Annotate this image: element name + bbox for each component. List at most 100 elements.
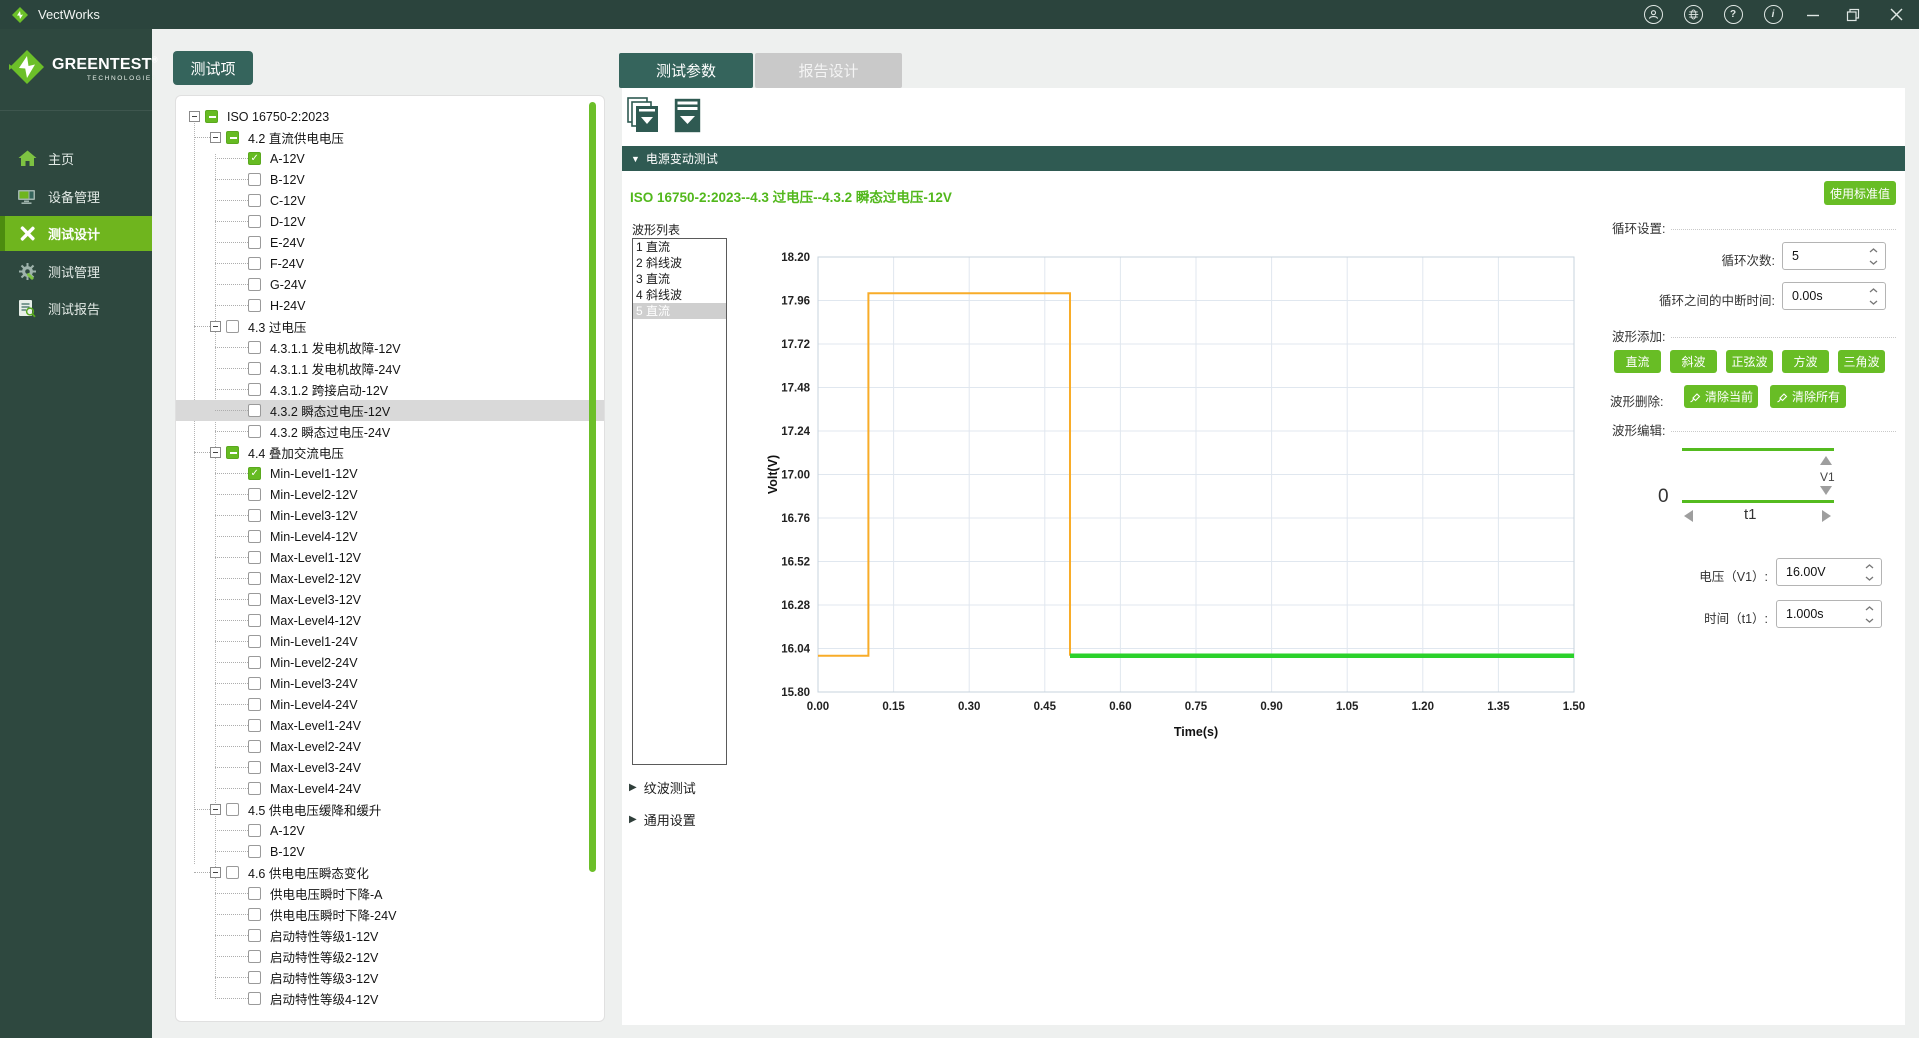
tree-scrollbar-thumb[interactable] bbox=[589, 102, 596, 872]
sidebar-item-test-management[interactable]: 测试管理 bbox=[0, 254, 152, 289]
tree-checkbox[interactable] bbox=[248, 908, 261, 921]
tree-item[interactable]: 启动特性等级4-12V bbox=[176, 988, 604, 1009]
stepper-arrows[interactable] bbox=[1869, 248, 1878, 265]
tree-item[interactable]: A-12V bbox=[176, 820, 604, 841]
close-icon[interactable] bbox=[1873, 0, 1919, 29]
tree-checkbox[interactable] bbox=[205, 110, 218, 123]
tree-item[interactable]: Max-Level1-12V bbox=[176, 547, 604, 568]
tree-checkbox[interactable] bbox=[248, 845, 261, 858]
tree-expander-icon[interactable] bbox=[189, 111, 200, 122]
sidebar-item-test-design[interactable]: 测试设计 bbox=[0, 216, 152, 251]
wave-add-button-1[interactable]: 直流 bbox=[1614, 350, 1661, 373]
tree-checkbox[interactable] bbox=[248, 467, 261, 480]
tree-checkbox[interactable] bbox=[248, 698, 261, 711]
tree-checkbox[interactable] bbox=[248, 572, 261, 585]
tree-checkbox[interactable] bbox=[248, 488, 261, 501]
wave-add-button-4[interactable]: 方波 bbox=[1782, 350, 1829, 373]
tree-expander-icon[interactable] bbox=[210, 867, 221, 878]
expand-all-icon[interactable] bbox=[627, 97, 659, 138]
tree-checkbox[interactable] bbox=[248, 341, 261, 354]
tree-checkbox[interactable] bbox=[248, 215, 261, 228]
tree-item[interactable]: 4.3.1.2 跨接启动-12V bbox=[176, 379, 604, 400]
tree-item[interactable]: Min-Level1-12V bbox=[176, 463, 604, 484]
tree-item[interactable]: H-24V bbox=[176, 295, 604, 316]
tree-checkbox[interactable] bbox=[248, 425, 261, 438]
tree-checkbox[interactable] bbox=[248, 530, 261, 543]
sidebar-item-test-report[interactable]: 测试报告 bbox=[0, 291, 152, 326]
tree-item[interactable]: E-24V bbox=[176, 232, 604, 253]
tree-expander-icon[interactable] bbox=[210, 447, 221, 458]
clear-current-button[interactable]: 清除当前 bbox=[1684, 385, 1758, 408]
tree-item[interactable]: B-12V bbox=[176, 841, 604, 862]
tree-item[interactable]: F-24V bbox=[176, 253, 604, 274]
tree-item[interactable]: Max-Level4-24V bbox=[176, 778, 604, 799]
general-settings-section-header[interactable]: ▶ 通用设置 bbox=[629, 810, 696, 829]
tree-checkbox[interactable] bbox=[248, 404, 261, 417]
tree-item[interactable]: 4.5 供电电压缓降和缓升 bbox=[176, 799, 604, 820]
tree-item[interactable]: Max-Level1-24V bbox=[176, 715, 604, 736]
clear-all-button[interactable]: 清除所有 bbox=[1770, 385, 1846, 408]
tree-expander-icon[interactable] bbox=[210, 132, 221, 143]
time-increase-arrow[interactable] bbox=[1822, 510, 1831, 522]
tree-checkbox[interactable] bbox=[248, 887, 261, 900]
collapse-all-icon[interactable] bbox=[674, 98, 701, 138]
user-icon[interactable] bbox=[1633, 0, 1673, 29]
tree-checkbox[interactable] bbox=[248, 992, 261, 1005]
tree-checkbox[interactable] bbox=[226, 320, 239, 333]
tree-checkbox[interactable] bbox=[248, 194, 261, 207]
waveform-list-item[interactable]: 4 斜线波 bbox=[633, 287, 726, 303]
tree-item[interactable]: C-12V bbox=[176, 190, 604, 211]
tree-checkbox[interactable] bbox=[248, 551, 261, 564]
tree-item[interactable]: 4.3 过电压 bbox=[176, 316, 604, 337]
tree-checkbox[interactable] bbox=[248, 173, 261, 186]
tree-checkbox[interactable] bbox=[248, 950, 261, 963]
tree-checkbox[interactable] bbox=[248, 362, 261, 375]
tree-item[interactable]: 4.6 供电电压瞬态变化 bbox=[176, 862, 604, 883]
ripple-test-section-header[interactable]: ▶ 纹波测试 bbox=[629, 778, 696, 797]
tree-item[interactable]: D-12V bbox=[176, 211, 604, 232]
waveform-list-item[interactable]: 5 直流 bbox=[633, 303, 726, 319]
tree-checkbox[interactable] bbox=[248, 236, 261, 249]
tree-checkbox[interactable] bbox=[248, 383, 261, 396]
stepper-arrows[interactable] bbox=[1869, 288, 1878, 305]
tab-report-design[interactable]: 报告设计 bbox=[755, 53, 902, 88]
tree-item[interactable]: Max-Level4-12V bbox=[176, 610, 604, 631]
tree-checkbox[interactable] bbox=[248, 635, 261, 648]
tree-item[interactable]: 4.2 直流供电电压 bbox=[176, 127, 604, 148]
loop-count-stepper[interactable]: 5 bbox=[1782, 242, 1886, 270]
time-t1-stepper[interactable]: 1.000s bbox=[1776, 600, 1882, 628]
minimize-icon[interactable] bbox=[1793, 0, 1833, 29]
tree-checkbox[interactable] bbox=[248, 299, 261, 312]
tree-item[interactable]: Max-Level2-24V bbox=[176, 736, 604, 757]
tree-checkbox[interactable] bbox=[248, 152, 261, 165]
info-icon[interactable]: i bbox=[1753, 0, 1793, 29]
tree-checkbox[interactable] bbox=[248, 761, 261, 774]
power-variation-test-section-header[interactable]: ▼ 电源变动测试 bbox=[622, 146, 1905, 171]
tree-item[interactable]: 启动特性等级3-12V bbox=[176, 967, 604, 988]
tree-item[interactable]: Min-Level3-24V bbox=[176, 673, 604, 694]
tree-item[interactable]: G-24V bbox=[176, 274, 604, 295]
wave-add-button-3[interactable]: 正弦波 bbox=[1726, 350, 1773, 373]
stepper-arrows[interactable] bbox=[1865, 564, 1874, 581]
tree-item[interactable]: Max-Level3-24V bbox=[176, 757, 604, 778]
tree-item[interactable]: ISO 16750-2:2023 bbox=[176, 106, 604, 127]
voltage-v1-stepper[interactable]: 16.00V bbox=[1776, 558, 1882, 586]
waveform-list-item[interactable]: 1 直流 bbox=[633, 239, 726, 255]
tree-item[interactable]: 启动特性等级2-12V bbox=[176, 946, 604, 967]
loop-interrupt-stepper[interactable]: 0.00s bbox=[1782, 282, 1886, 310]
tree-item[interactable]: Min-Level3-12V bbox=[176, 505, 604, 526]
tree-item[interactable]: 启动特性等级1-12V bbox=[176, 925, 604, 946]
tree-checkbox[interactable] bbox=[248, 740, 261, 753]
network-icon[interactable] bbox=[1673, 0, 1713, 29]
tree-checkbox[interactable] bbox=[248, 509, 261, 522]
time-decrease-arrow[interactable] bbox=[1684, 510, 1693, 522]
tree-checkbox[interactable] bbox=[248, 929, 261, 942]
tree-item[interactable]: Min-Level4-24V bbox=[176, 694, 604, 715]
tree-item[interactable]: Min-Level2-24V bbox=[176, 652, 604, 673]
tree-checkbox[interactable] bbox=[226, 446, 239, 459]
tree-checkbox[interactable] bbox=[226, 803, 239, 816]
tree-checkbox[interactable] bbox=[226, 866, 239, 879]
tree-checkbox[interactable] bbox=[248, 278, 261, 291]
tree-expander-icon[interactable] bbox=[210, 321, 221, 332]
tree-item[interactable]: Min-Level1-24V bbox=[176, 631, 604, 652]
